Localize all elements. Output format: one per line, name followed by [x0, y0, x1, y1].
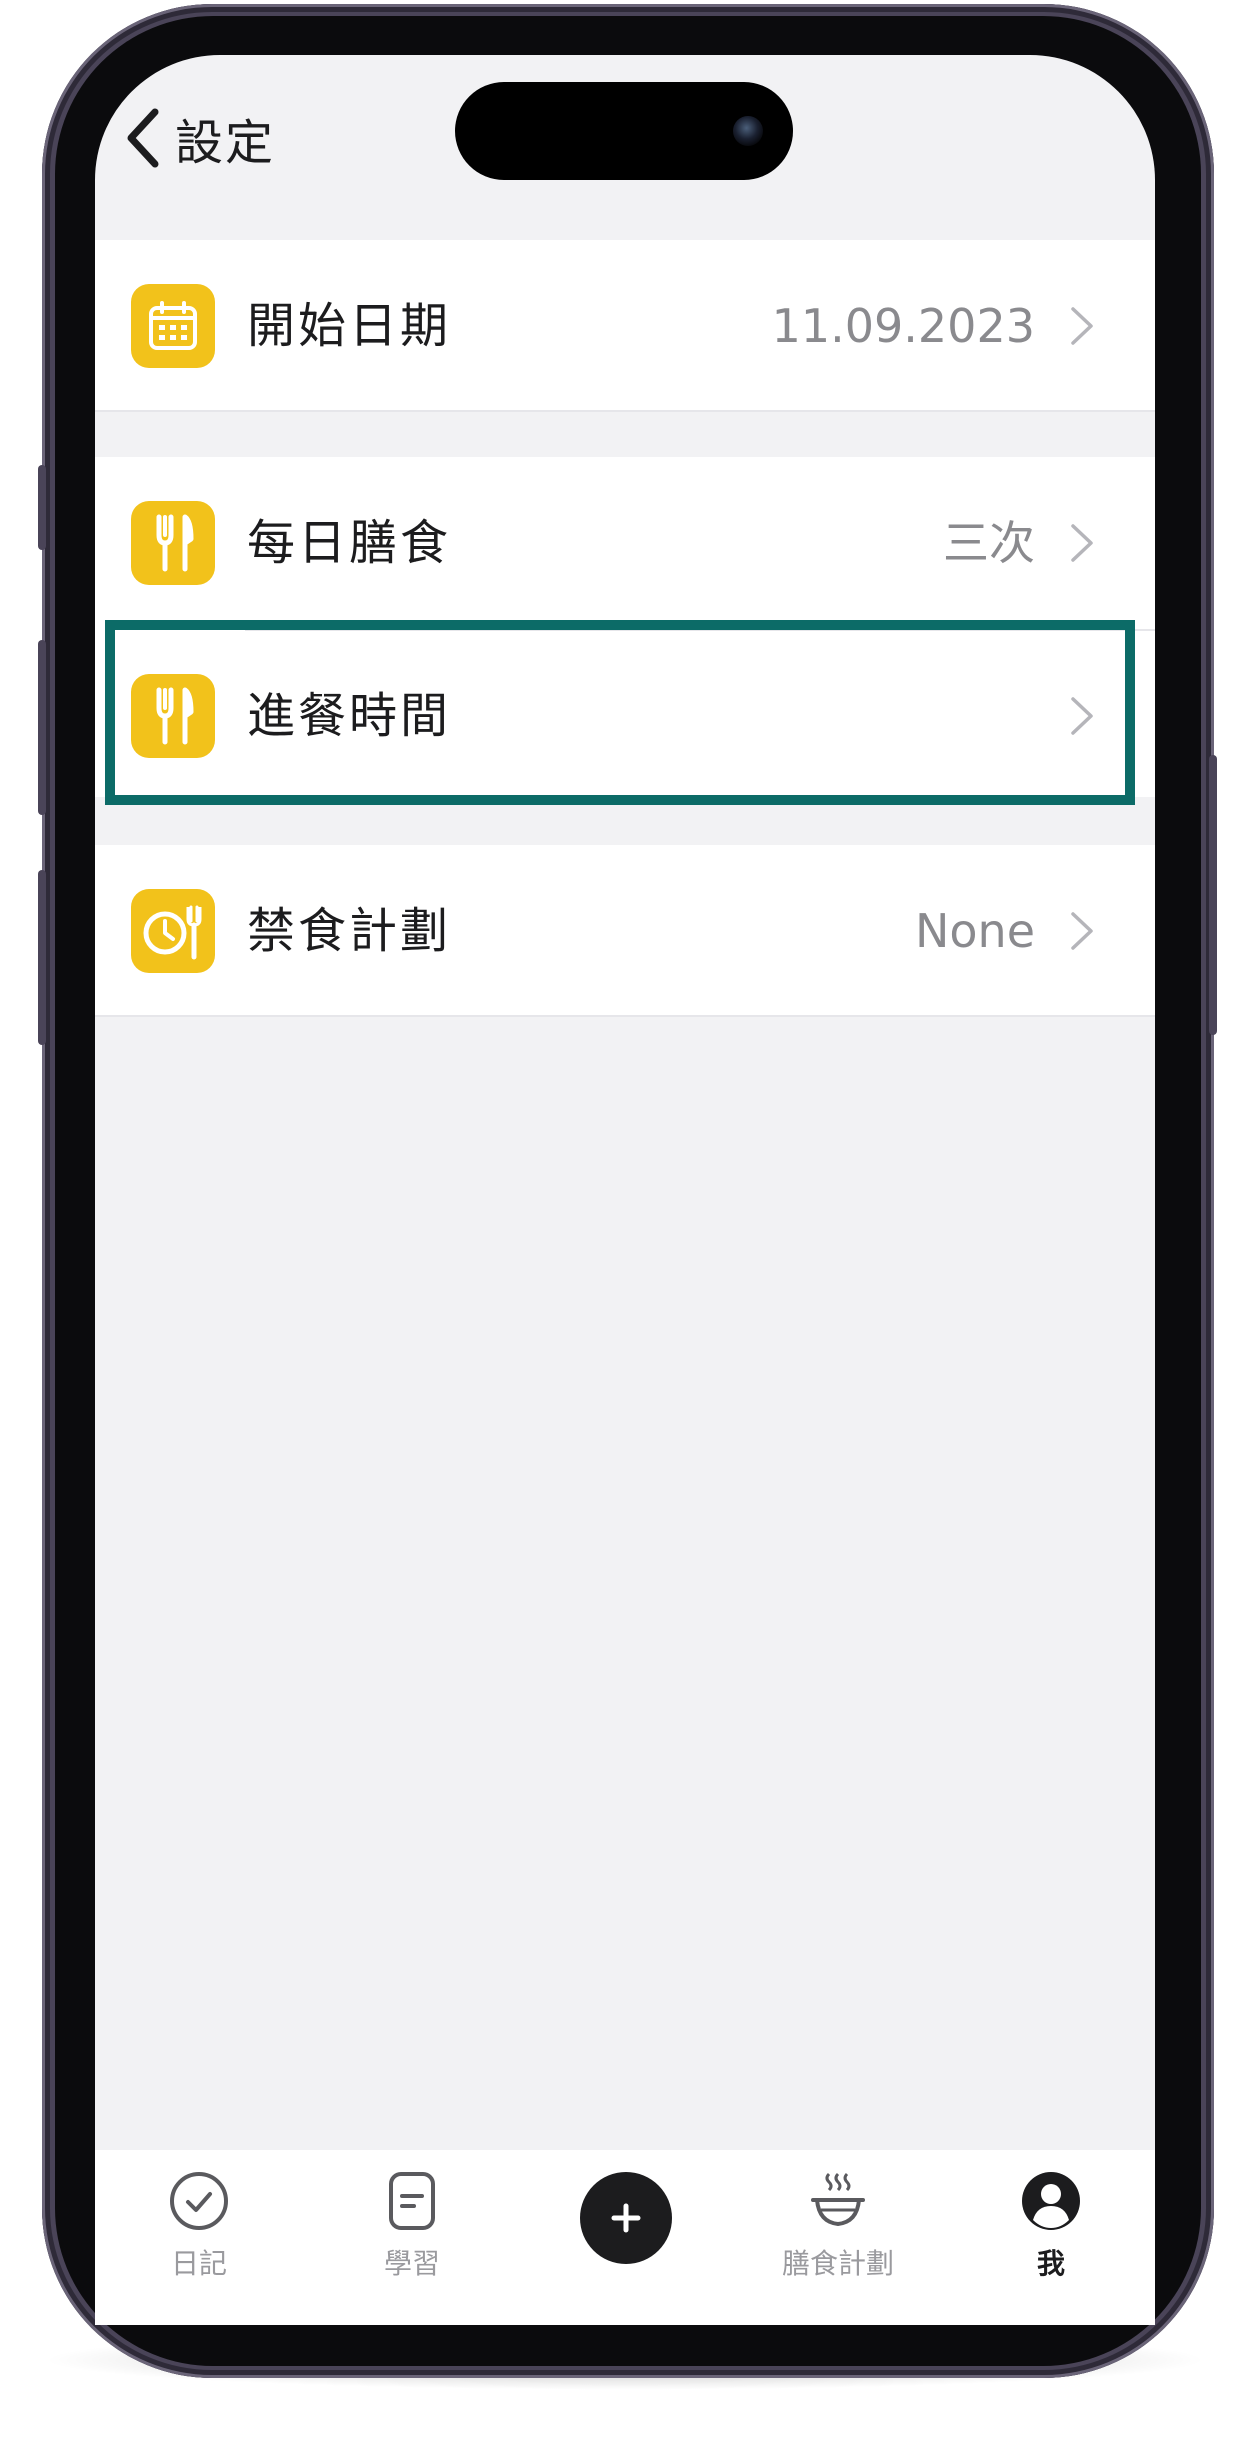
clock-fork-icon	[131, 889, 215, 973]
mute-switch	[38, 465, 46, 550]
calendar-icon	[131, 284, 215, 368]
settings-group-start: 開始日期 11.09.2023	[95, 240, 1155, 412]
fork-knife-icon	[131, 501, 215, 585]
start-date-row[interactable]: 開始日期 11.09.2023	[95, 240, 1155, 412]
page-title: 設定	[175, 115, 276, 171]
chevron-right-icon	[1071, 524, 1093, 562]
front-camera-icon	[733, 116, 763, 146]
start-date-value: 11.09.2023	[771, 299, 1035, 353]
divider	[95, 1015, 1155, 1017]
nav-bar: 設定	[125, 98, 275, 178]
power-button	[1209, 755, 1217, 1035]
fasting-plan-label: 禁食計劃	[247, 903, 452, 959]
check-circle-icon	[168, 2170, 230, 2232]
start-date-label: 開始日期	[247, 298, 452, 354]
document-icon	[381, 2170, 443, 2232]
tab-diary-label: 日記	[170, 2247, 227, 2280]
volume-down-button	[38, 870, 46, 1045]
steaming-bowl-icon	[807, 2170, 869, 2232]
tab-me-label: 我	[1036, 2247, 1065, 2280]
chevron-right-icon	[1071, 307, 1093, 345]
tab-diary[interactable]: 日記	[109, 2170, 289, 2282]
daily-meals-row[interactable]: 每日膳食 三次	[95, 457, 1155, 629]
volume-up-button	[38, 640, 46, 815]
profile-icon	[1020, 2170, 1082, 2232]
add-button[interactable]	[580, 2172, 672, 2264]
tab-learn[interactable]: 學習	[322, 2170, 502, 2282]
tab-meal-plan[interactable]: 膳食計劃	[748, 2170, 928, 2282]
divider	[95, 410, 1155, 412]
fasting-plan-value: None	[914, 904, 1035, 958]
chevron-right-icon	[1071, 912, 1093, 950]
chevron-left-icon[interactable]	[125, 108, 161, 168]
tab-meal-plan-label: 膳食計劃	[781, 2247, 894, 2280]
settings-group-fasting: 禁食計劃 None	[95, 845, 1155, 1017]
highlight-box	[105, 620, 1135, 805]
tab-me[interactable]: 我	[961, 2170, 1141, 2282]
daily-meals-label: 每日膳食	[247, 515, 452, 571]
tab-learn-label: 學習	[383, 2247, 440, 2280]
plus-icon	[611, 2203, 641, 2233]
fasting-plan-row[interactable]: 禁食計劃 None	[95, 845, 1155, 1017]
dynamic-island	[455, 82, 793, 180]
daily-meals-value: 三次	[943, 516, 1035, 570]
